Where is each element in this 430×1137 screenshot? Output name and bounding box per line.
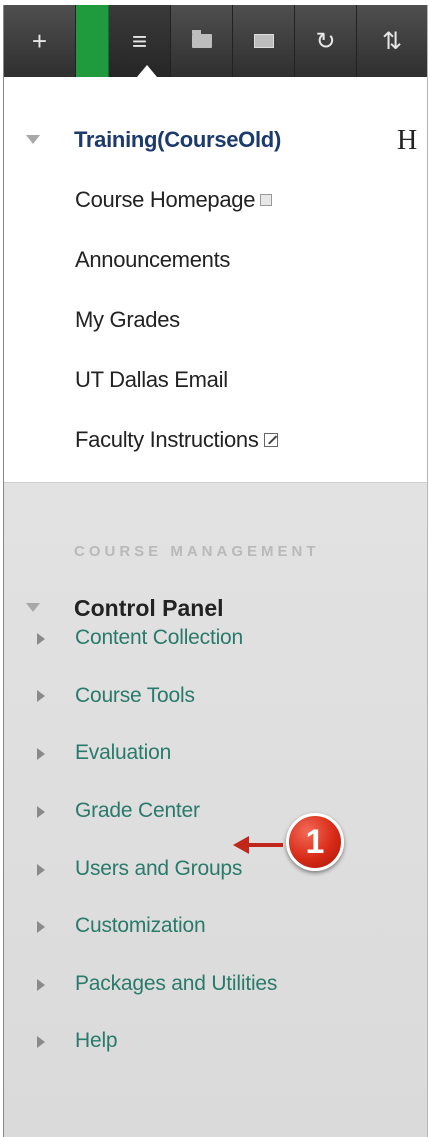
folder-icon [191,30,212,48]
menu-item-label: Course Homepage [75,187,256,212]
expand-arrow-icon[interactable] [37,921,45,933]
control-panel-item-help[interactable]: Help [75,1029,118,1053]
course-menu: Training(CourseOld) H Course Homepage An… [4,77,427,483]
folder-view-button[interactable] [171,5,233,77]
reorder-button[interactable]: ⇅ [357,5,427,77]
expand-arrow-icon[interactable] [37,806,45,818]
expand-arrow-icon[interactable] [37,633,45,645]
course-title[interactable]: Training(CourseOld) [74,127,281,153]
display-window-button[interactable] [233,5,295,77]
window-icon [253,34,274,48]
external-link-icon [263,433,278,447]
menu-item-label: Faculty Instructions [75,427,259,452]
control-panel-item-grade-center[interactable]: Grade Center [75,799,200,823]
section-label: COURSE MANAGEMENT [74,543,320,560]
refresh-icon: ↻ [315,27,336,55]
control-panel-item-packages-and-utilities[interactable]: Packages and Utilities [75,972,277,996]
control-panel-item-evaluation[interactable]: Evaluation [75,741,171,765]
expand-arrow-icon[interactable] [37,748,45,760]
expand-arrow-icon[interactable] [37,979,45,991]
course-menu-item-course-homepage[interactable]: Course Homepage [75,187,273,213]
control-panel-item-content-collection[interactable]: Content Collection [75,626,243,650]
menu-item-label: Announcements [75,247,231,272]
list-icon: ≡ [131,25,148,56]
expand-arrow-icon[interactable] [37,690,45,702]
page-icon [260,194,273,206]
course-menu-item-my-grades[interactable]: My Grades [75,307,180,333]
menu-item-label: UT Dallas Email [75,367,228,392]
plus-icon: + [31,25,48,56]
sort-icon: ⇅ [381,27,403,55]
expand-arrow-icon[interactable] [37,864,45,876]
control-panel-item-customization[interactable]: Customization [75,914,206,938]
active-tab-caret [137,65,157,77]
step-callout-badge: 1 [286,813,344,871]
control-panel-title[interactable]: Control Panel [74,595,224,622]
refresh-button[interactable]: ↻ [295,5,357,77]
collapse-triangle-icon[interactable] [26,135,40,144]
course-menu-item-ut-dallas-email[interactable]: UT Dallas Email [75,367,228,393]
collapse-triangle-icon[interactable] [26,603,40,612]
course-management-panel: COURSE MANAGEMENT Control Panel Content … [4,483,427,1137]
page-heading-fragment: H [397,125,418,156]
menu-item-label: My Grades [75,307,180,332]
course-navigation-panel: + ≡ ↻ ⇅ Training(CourseOld) H Course Hom… [3,5,428,1137]
control-panel-item-course-tools[interactable]: Course Tools [75,684,195,708]
control-panel-item-users-and-groups[interactable]: Users and Groups [75,857,242,881]
callout-arrow-icon [233,836,283,854]
course-menu-item-announcements[interactable]: Announcements [75,247,230,273]
add-menu-item-button[interactable]: + [4,5,76,77]
expand-arrow-icon[interactable] [37,1036,45,1048]
green-status-button[interactable] [76,5,109,77]
course-menu-item-faculty-instructions[interactable]: Faculty Instructions [75,427,278,453]
course-menu-toolbar: + ≡ ↻ ⇅ [4,5,427,78]
